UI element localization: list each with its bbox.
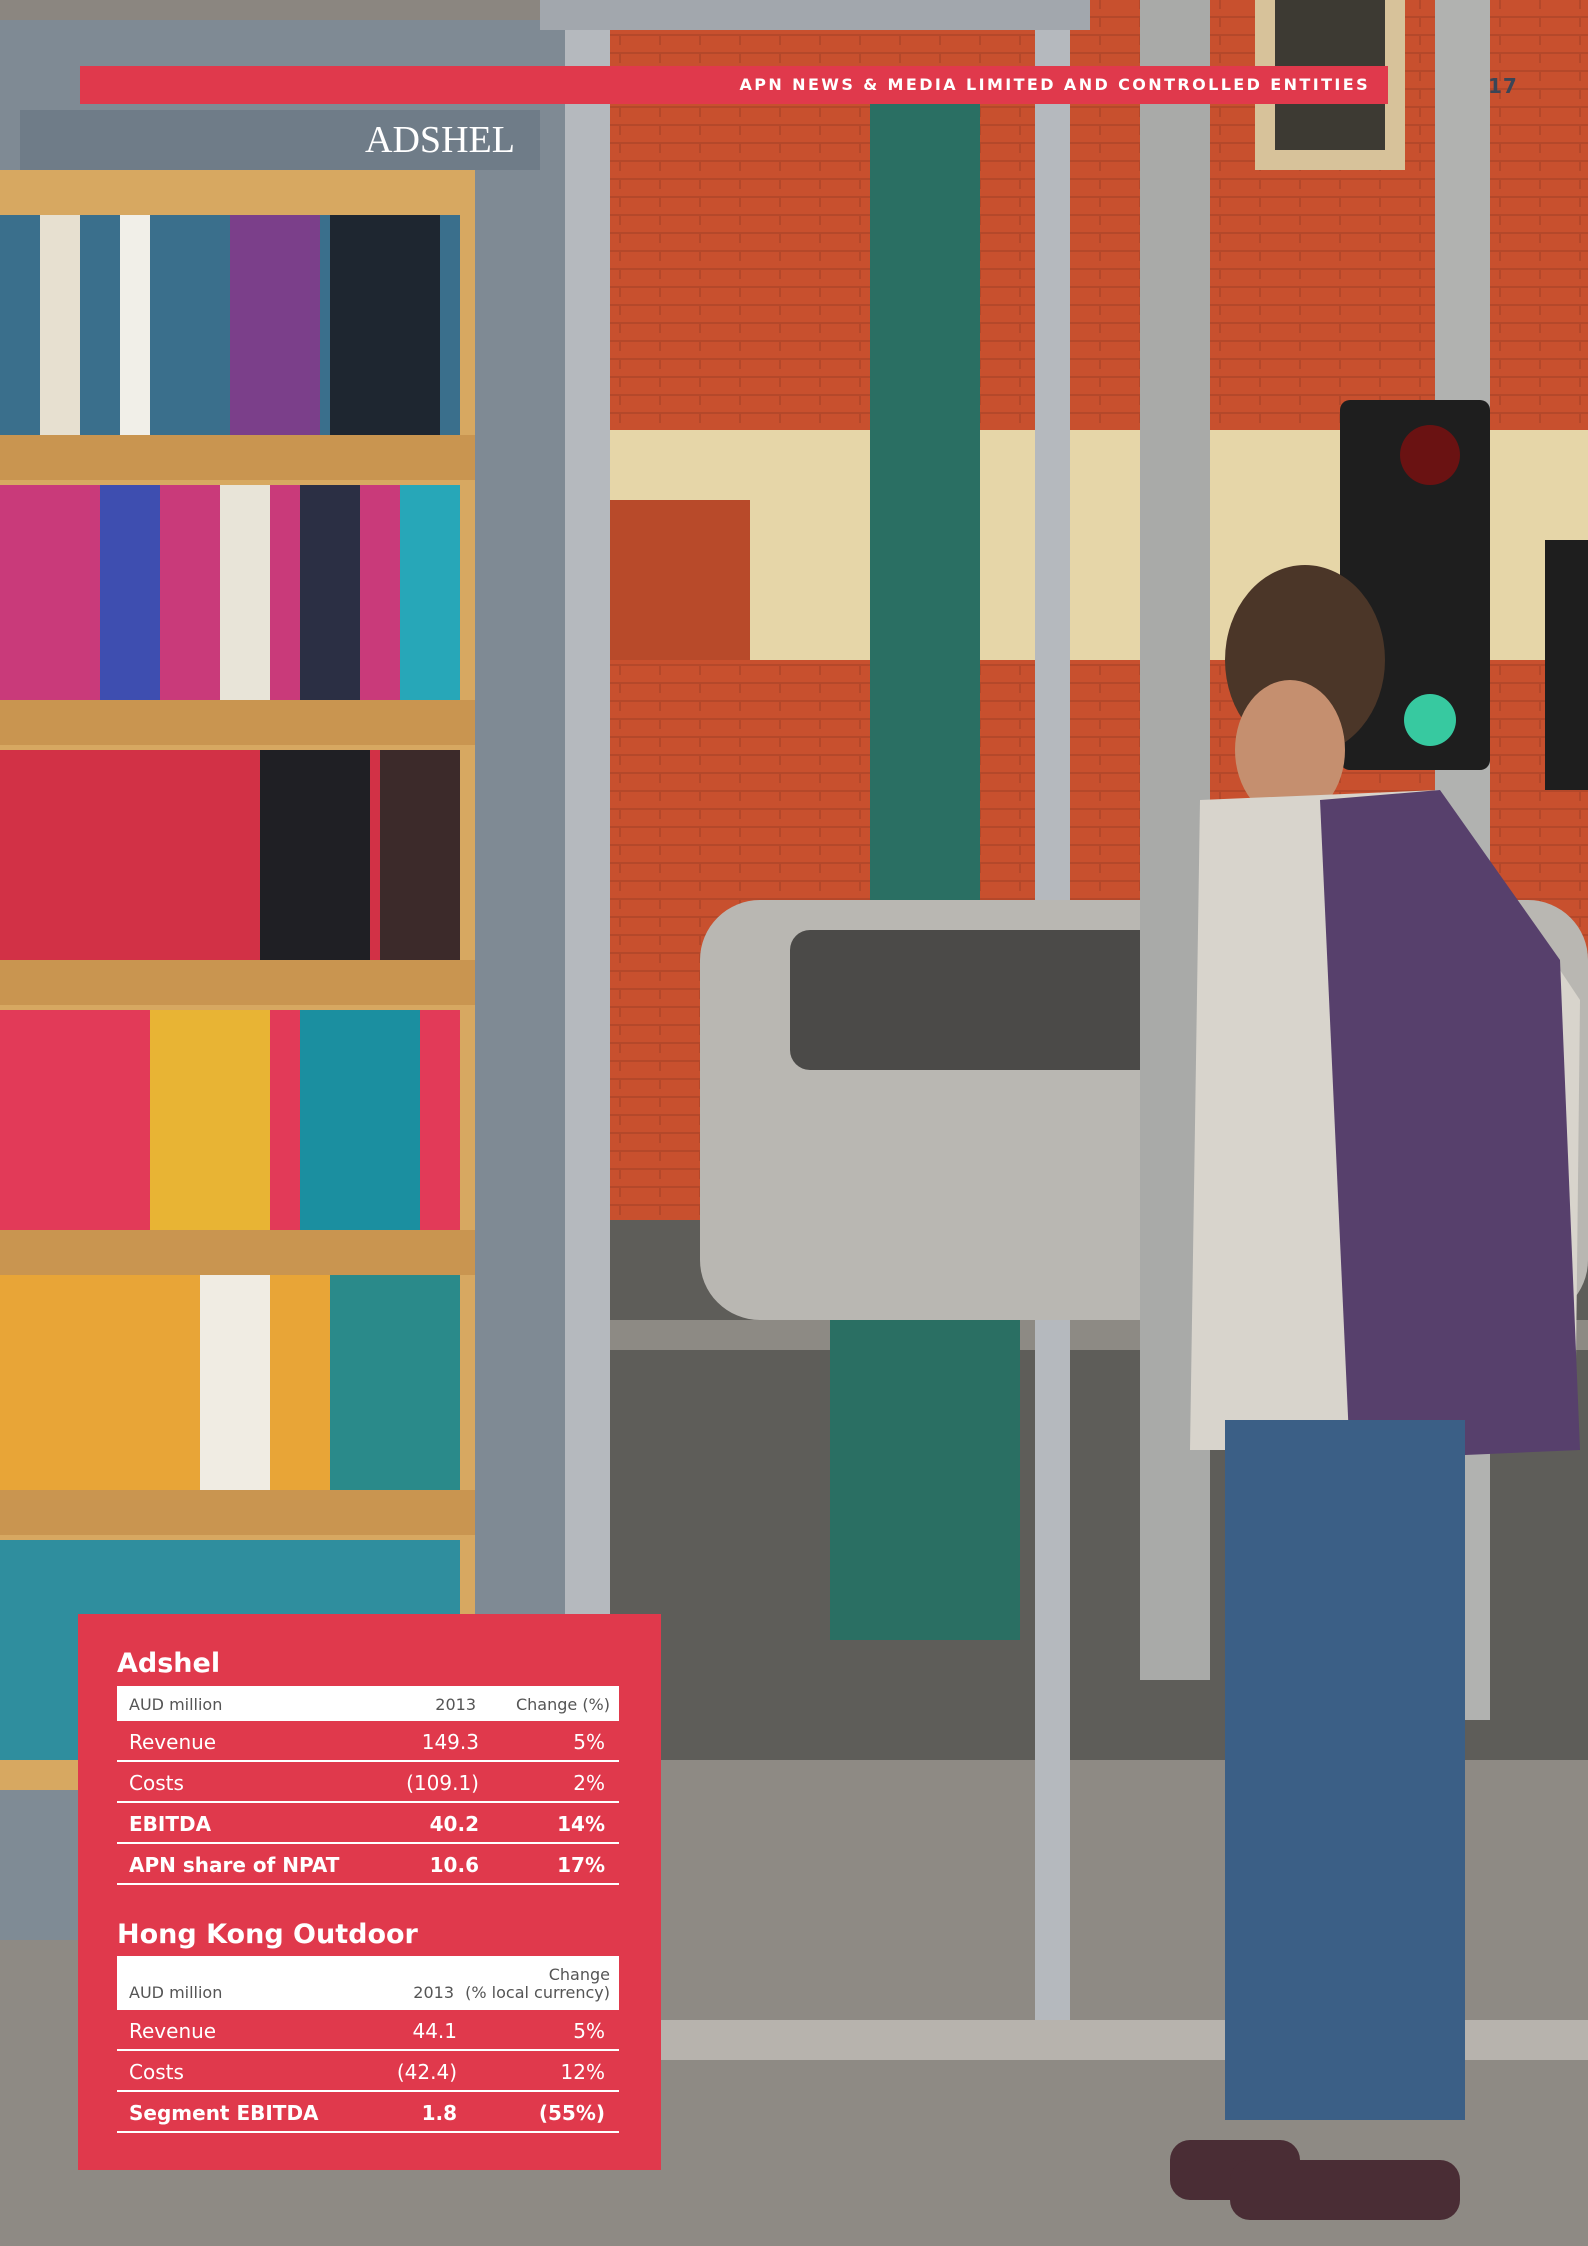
col-2013: 2013 xyxy=(435,1695,476,1714)
row-value: 1.8 xyxy=(421,2101,457,2125)
row-label: Revenue xyxy=(129,2019,217,2043)
col-aud-million: AUD million xyxy=(129,1983,223,2002)
col-aud-million: AUD million xyxy=(129,1695,223,1714)
row-label: EBITDA xyxy=(129,1812,212,1836)
row-value: 40.2 xyxy=(429,1812,479,1836)
table-row: Costs (42.4) 12% xyxy=(117,2051,619,2092)
header-bar: APN NEWS & MEDIA LIMITED AND CONTROLLED … xyxy=(80,66,1388,104)
adshel-sign: ADSHEL xyxy=(365,119,515,161)
row-change: (55%) xyxy=(538,2101,605,2125)
row-change: 12% xyxy=(560,2060,605,2084)
table-row: Segment EBITDA 1.8 (55%) xyxy=(117,2092,619,2133)
col-change: Change (%) xyxy=(515,1695,610,1714)
row-value: (42.4) xyxy=(396,2060,457,2084)
row-label: Costs xyxy=(129,2060,184,2084)
adshel-table-header: AUD million 2013 Change (%) xyxy=(117,1686,619,1721)
row-change: 5% xyxy=(573,2019,605,2043)
hk-table-header: AUD million 2013 Change (% local currenc… xyxy=(117,1956,619,2010)
table-row: Costs (109.1) 2% xyxy=(117,1762,619,1803)
header-title: APN NEWS & MEDIA LIMITED AND CONTROLLED … xyxy=(739,75,1370,94)
table-row: APN share of NPAT 10.6 17% xyxy=(117,1844,619,1885)
row-label: APN share of NPAT xyxy=(129,1853,340,1877)
row-change: 5% xyxy=(573,1730,605,1754)
col-change-note: (% local currency) xyxy=(465,1983,610,2002)
row-label: Segment EBITDA xyxy=(129,2101,319,2125)
row-value: (109.1) xyxy=(406,1771,479,1795)
col-change: Change xyxy=(548,1965,610,1984)
row-change: 17% xyxy=(557,1853,605,1877)
row-value: 149.3 xyxy=(421,1730,479,1754)
col-2013: 2013 xyxy=(413,1983,454,2002)
table-row: Revenue 44.1 5% xyxy=(117,2010,619,2051)
hk-outdoor-table: AUD million 2013 Change (% local currenc… xyxy=(117,1956,619,2133)
row-change: 2% xyxy=(573,1771,605,1795)
page-number: 17 xyxy=(1488,74,1518,98)
row-value: 10.6 xyxy=(429,1853,479,1877)
row-change: 14% xyxy=(557,1812,605,1836)
adshel-title: Adshel xyxy=(117,1648,221,1679)
row-value: 44.1 xyxy=(412,2019,457,2043)
row-label: Costs xyxy=(129,1771,184,1795)
adshel-table: AUD million 2013 Change (%) Revenue 149.… xyxy=(117,1686,619,1885)
table-row: EBITDA 40.2 14% xyxy=(117,1803,619,1844)
table-row: Revenue 149.3 5% xyxy=(117,1721,619,1762)
financial-panel: Adshel AUD million 2013 Change (%) Reven… xyxy=(78,1614,661,2170)
row-label: Revenue xyxy=(129,1730,217,1754)
hk-outdoor-title: Hong Kong Outdoor xyxy=(117,1919,418,1950)
